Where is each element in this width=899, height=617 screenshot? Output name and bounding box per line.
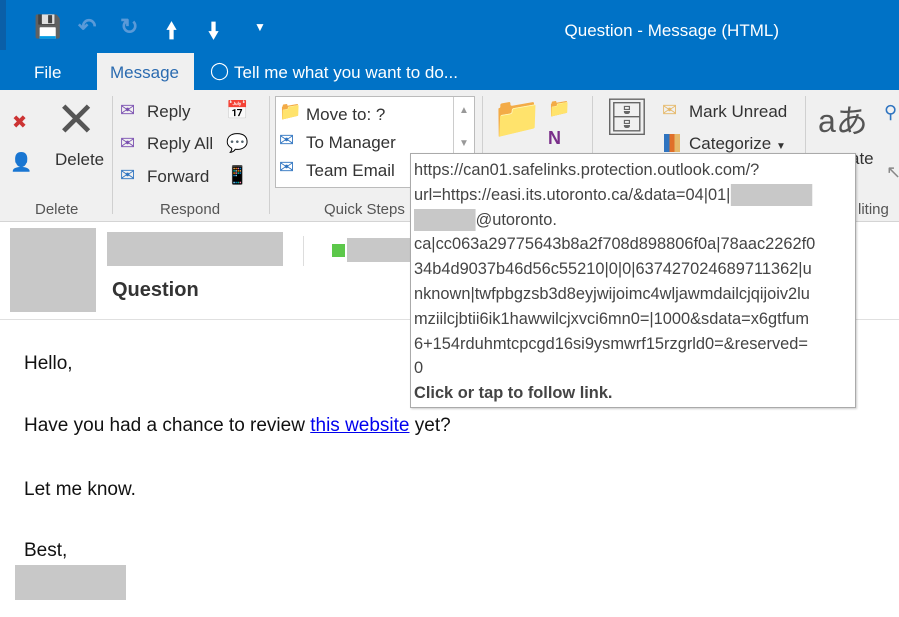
categorize-label: Categorize (689, 134, 772, 153)
quick-step-item[interactable]: Move to: ? (306, 105, 385, 125)
tell-me-search[interactable]: Tell me what you want to do... (234, 63, 458, 83)
lightbulb-icon: ◯ (210, 61, 230, 80)
mark-unread-icon: ✉ (662, 100, 678, 120)
redo-icon[interactable]: ↻ (120, 14, 138, 40)
find-icon[interactable]: ⚲ (884, 102, 897, 123)
envelope-icon: ✉ (279, 130, 295, 150)
body-text: Have you had a chance to review (24, 415, 311, 436)
forward-button[interactable]: Forward (147, 167, 209, 187)
customize-icon[interactable]: ▼ (254, 20, 266, 34)
tooltip-line: ca|cc063a29775643b8a2f708d898806f0a|78aa… (414, 235, 816, 254)
tooltip-text: url=https://easi.its.utoronto.ca/&data=0… (414, 185, 731, 204)
body-line: Let me know. (24, 479, 136, 500)
tooltip-line: nknown|twfpbgzsb3d8eyjwijoimc4wljawmdail… (414, 284, 810, 303)
reply-all-icon: ✉ (120, 133, 136, 153)
rules-icon[interactable]: 📁 (548, 98, 570, 119)
forward-icon: ✉ (120, 165, 136, 185)
tooltip-footer: Click or tap to follow link. (414, 384, 613, 403)
reply-icon: ✉ (120, 100, 136, 120)
presence-indicator (332, 244, 345, 257)
chevron-down-icon: ▼ (775, 141, 786, 152)
save-icon[interactable]: 💾 (34, 14, 61, 40)
body-closing: Best, (24, 540, 68, 561)
arrow-up-icon[interactable]: 🠙 (166, 14, 177, 52)
ignore-icon[interactable]: ✖ (12, 112, 27, 133)
email-icon: ✉ (279, 157, 295, 177)
tab-message[interactable]: Message (97, 53, 194, 90)
body-text: yet? (409, 415, 451, 436)
reply-button[interactable]: Reply (147, 102, 190, 122)
divider (269, 96, 270, 214)
body-line: Have you had a chance to review this web… (24, 415, 451, 437)
reply-all-button[interactable]: Reply All (147, 134, 213, 154)
tooltip-line: mziilcjbtii6ik1hawwilcjxvci6mn0=|1000&sd… (414, 309, 810, 328)
folder-icon: 📁 (279, 101, 302, 121)
categorize-button[interactable]: Categorize ▼ (689, 134, 786, 154)
redacted (414, 209, 476, 232)
translate-icon[interactable]: aあ (818, 96, 868, 142)
redacted (730, 184, 812, 207)
im-icon[interactable]: 💬 (226, 133, 248, 154)
meeting-icon[interactable]: 📅 (226, 100, 248, 121)
sender-name-redacted (107, 232, 283, 266)
undo-icon[interactable]: ↶ (78, 14, 96, 40)
more-respond-icon[interactable]: 📱 (226, 165, 248, 186)
quick-step-item[interactable]: To Manager (306, 133, 396, 153)
link-tooltip: https://can01.safelinks.protection.outlo… (410, 153, 856, 408)
recipient-redacted (347, 238, 411, 262)
delete-icon[interactable]: ✕ (56, 92, 96, 148)
group-label-respond: Respond (160, 201, 221, 218)
group-label-editing: liting (858, 201, 889, 218)
group-label-delete: Delete (35, 201, 79, 218)
tooltip-line: @utoronto. (414, 208, 852, 233)
tooltip-text: @utoronto. (475, 210, 557, 229)
junk-icon[interactable]: 👤 (10, 152, 32, 173)
arrow-down-icon[interactable]: 🠛 (208, 14, 219, 52)
message-subject: Question (112, 279, 199, 301)
divider (112, 96, 113, 214)
tooltip-line: 34b4d9037b46d56c55210|0|0|63742702468971… (414, 260, 812, 279)
archive-icon[interactable]: 🗄 (604, 96, 650, 138)
quick-step-item[interactable]: Team Email (306, 161, 395, 181)
delete-button[interactable]: Delete (55, 150, 104, 170)
body-greeting: Hello, (24, 353, 73, 374)
select-icon[interactable]: ↖ (886, 162, 899, 183)
avatar (10, 228, 96, 312)
tooltip-line: 0 (414, 359, 424, 378)
tab-file[interactable]: File (34, 63, 61, 83)
tooltip-line: url=https://easi.its.utoronto.ca/&data=0… (414, 183, 852, 208)
group-label-quick-steps: Quick Steps (324, 201, 405, 218)
onenote-icon[interactable]: N (548, 128, 561, 149)
divider (303, 236, 304, 266)
mark-unread-button[interactable]: Mark Unread (689, 102, 787, 122)
window-title: Question - Message (HTML) (564, 21, 779, 40)
website-link[interactable]: this website (310, 415, 409, 436)
categorize-icon (664, 134, 680, 152)
signature-redacted (15, 565, 126, 600)
tooltip-line: https://can01.safelinks.protection.outlo… (414, 161, 760, 179)
move-icon[interactable]: 📁 (492, 94, 542, 141)
tooltip-line: 6+154rduhmtcpcgd16si9ysmwrf15rzgrld0=&re… (414, 334, 808, 353)
